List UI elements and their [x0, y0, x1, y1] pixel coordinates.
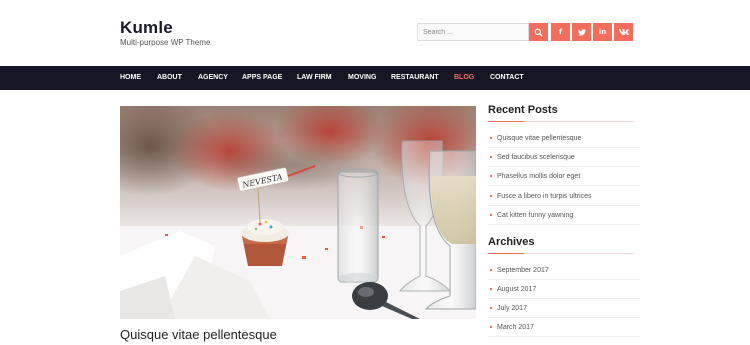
recent-post-item[interactable]: Fusce a libero in turpis ultrices — [488, 187, 640, 206]
archive-item[interactable]: August 2017 — [488, 280, 640, 299]
vk-button[interactable] — [614, 23, 633, 41]
nav-item-restaurant[interactable]: RESTAURANT — [391, 66, 439, 90]
search-input[interactable] — [417, 23, 529, 41]
vk-icon — [618, 29, 629, 35]
recent-post-item[interactable]: Phasellus mollis dolor eget — [488, 167, 640, 186]
bullet-icon — [490, 156, 492, 158]
bullet-icon — [490, 326, 492, 328]
recent-post-item[interactable]: Sed faucibus scelerisque — [488, 148, 640, 167]
archive-item[interactable]: March 2017 — [488, 318, 640, 337]
site-description: Multi-purpose WP Theme — [120, 38, 211, 47]
bullet-icon — [490, 214, 492, 216]
archives-divider — [488, 253, 634, 254]
main-navigation: HOME ABOUT AGENCY APPS PAGE LAW FIRM MOV… — [0, 66, 750, 90]
site-title[interactable]: Kumle — [120, 18, 173, 38]
featured-photo: NEVESTA — [120, 106, 476, 319]
search-icon — [534, 28, 543, 37]
archives-heading: Archives — [488, 236, 535, 248]
bullet-icon — [490, 288, 492, 290]
nav-item-agency[interactable]: AGENCY — [198, 66, 228, 90]
recent-post-link[interactable]: Sed faucibus scelerisque — [497, 148, 575, 167]
linkedin-button[interactable]: in — [593, 23, 612, 41]
recent-post-link[interactable]: Quisque vitae pellentesque — [497, 129, 581, 148]
recent-post-link[interactable]: Cat kitten funny yawning — [497, 206, 573, 225]
bullet-icon — [490, 195, 492, 197]
nav-item-law-firm[interactable]: LAW FIRM — [297, 66, 332, 90]
bullet-icon — [490, 307, 492, 309]
archive-link[interactable]: March 2017 — [497, 318, 534, 337]
twitter-button[interactable] — [572, 23, 591, 41]
facebook-button[interactable]: f — [551, 23, 570, 41]
recent-post-item[interactable]: Cat kitten funny yawning — [488, 206, 640, 225]
recent-posts-heading: Recent Posts — [488, 104, 558, 116]
recent-post-link[interactable]: Fusce a libero in turpis ultrices — [497, 187, 592, 206]
nav-item-blog[interactable]: BLOG — [454, 66, 474, 90]
nav-item-moving[interactable]: MOVING — [348, 66, 376, 90]
bullet-icon — [490, 137, 492, 139]
featured-image[interactable]: NEVESTA — [120, 106, 476, 319]
post-title[interactable]: Quisque vitae pellentesque — [120, 327, 277, 342]
bullet-icon — [490, 175, 492, 177]
facebook-icon: f — [558, 28, 563, 36]
search-button[interactable] — [529, 23, 548, 41]
archive-item[interactable]: July 2017 — [488, 299, 640, 318]
bullet-icon — [490, 269, 492, 271]
recent-posts-divider — [488, 121, 634, 122]
archive-item[interactable]: September 2017 — [488, 261, 640, 280]
nav-item-apps-page[interactable]: APPS PAGE — [242, 66, 282, 90]
recent-post-item[interactable]: Quisque vitae pellentesque — [488, 129, 640, 148]
nav-item-contact[interactable]: CONTACT — [490, 66, 524, 90]
linkedin-icon: in — [598, 28, 607, 36]
archive-link[interactable]: July 2017 — [497, 299, 527, 318]
nav-item-home[interactable]: HOME — [120, 66, 141, 90]
nav-item-about[interactable]: ABOUT — [157, 66, 182, 90]
archive-link[interactable]: August 2017 — [497, 280, 536, 299]
archive-link[interactable]: September 2017 — [497, 261, 549, 280]
recent-post-link[interactable]: Phasellus mollis dolor eget — [497, 167, 580, 186]
twitter-icon — [577, 28, 586, 36]
